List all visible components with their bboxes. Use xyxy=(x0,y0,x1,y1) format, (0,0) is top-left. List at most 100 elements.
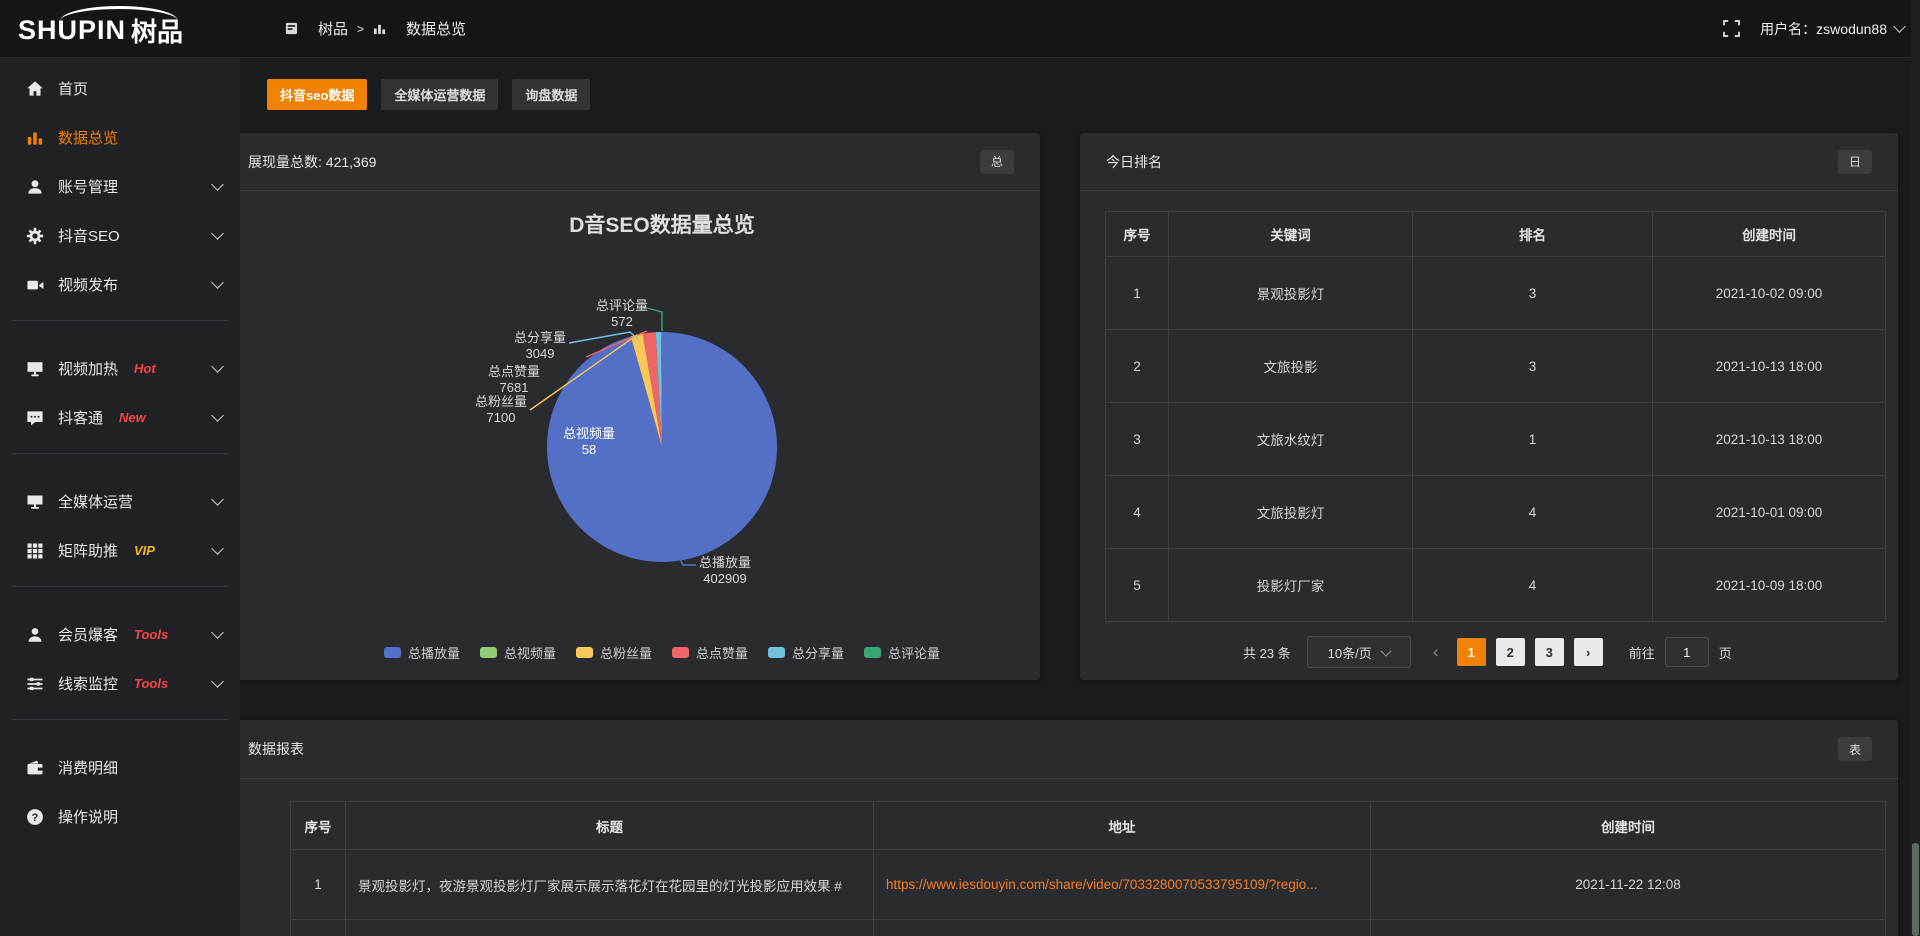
chevron-down-icon xyxy=(211,276,224,289)
app-root: SHUPIN 树品 树品 > 数据总览 用户名：zswodun88 xyxy=(0,0,1920,936)
column-header: 地址 xyxy=(874,802,1371,850)
sidebar-menu: 首页数据总览账号管理抖音SEO 视频发布视频加热Hot 抖客通 New 全媒体运营矩阵助… xyxy=(0,64,240,841)
sidebar: 首页数据总览账号管理抖音SEO 视频发布视频加热Hot 抖客通 New 全媒体运营矩阵助… xyxy=(0,57,240,936)
sidebar-item-clue-monitor[interactable]: 线索监控Tools xyxy=(0,659,240,708)
tab-media-ops-data[interactable]: 全媒体运营数据 xyxy=(381,79,498,110)
report-title-cell: 景观投影灯，夜游景观投影灯厂家展示展示落花灯在花园里的灯光投影应用效果 # xyxy=(346,850,874,920)
table-row: 3文旅水纹灯12021-10-13 18:00 xyxy=(1106,403,1886,476)
table-row: 2文旅投影32021-10-13 18:00 xyxy=(1106,330,1886,403)
report-title: 数据报表 xyxy=(248,739,304,759)
sidebar-item-home[interactable]: 首页 xyxy=(0,64,240,113)
legend-item[interactable]: 总点赞量 xyxy=(672,643,748,662)
sidebar-item-label: 视频发布 xyxy=(58,274,118,295)
page-button-3[interactable]: 3 xyxy=(1535,638,1564,666)
page-size-select[interactable]: 10条/页 xyxy=(1307,636,1411,668)
fullscreen-icon[interactable] xyxy=(1723,20,1740,37)
panel-badge-total[interactable]: 总 xyxy=(980,150,1014,174)
sidebar-item-data-overview[interactable]: 数据总览 xyxy=(0,113,240,162)
pagination: 共 23 条 10条/页 ‹ 123 › 前往 页 xyxy=(1243,637,1732,667)
sidebar-item-label: 会员爆客 xyxy=(58,624,118,645)
legend-label: 总粉丝量 xyxy=(600,643,652,662)
sidebar-item-matrix-boost[interactable]: 矩阵助推VIP xyxy=(0,526,240,575)
table-cell: 投影灯厂家 xyxy=(1169,549,1413,622)
chevron-down-icon xyxy=(211,493,224,506)
chart-sm-icon xyxy=(373,20,386,38)
sidebar-item-label: 抖客通 xyxy=(58,407,103,428)
table-cell: 2021-10-02 09:00 xyxy=(1653,257,1886,330)
chart-legend: 总播放量 总视频量 总粉丝量 总点赞量 总分享量 总评论量 xyxy=(278,643,1046,662)
table-cell: 1 xyxy=(291,850,346,920)
sidebar-item-media-ops[interactable]: 全媒体运营 xyxy=(0,477,240,526)
breadcrumb-item-data-overview[interactable]: 数据总览 xyxy=(373,18,466,39)
pie-label-shares: 总分享量3049 xyxy=(485,330,595,362)
table-row: 1景观投影灯，夜游景观投影灯厂家展示展示落花灯在花园里的灯光投影应用效果 #ht… xyxy=(291,850,1886,920)
user-menu[interactable]: 用户名：zswodun88 xyxy=(1760,19,1904,39)
column-header: 序号 xyxy=(1106,212,1169,257)
breadcrumb-label: 数据总览 xyxy=(406,18,466,39)
sidebar-item-member-burst[interactable]: 会员爆客Tools xyxy=(0,610,240,659)
goto-page-input[interactable] xyxy=(1665,637,1709,667)
chevron-down-icon xyxy=(1893,20,1906,33)
legend-item[interactable]: 总播放量 xyxy=(384,643,460,662)
page-button-1[interactable]: 1 xyxy=(1457,638,1486,666)
panel-today-ranking: 今日排名 日 序号关键词排名创建时间 1景观投影灯32021-10-02 09:… xyxy=(1080,133,1898,680)
wallet-icon xyxy=(26,759,44,777)
legend-item[interactable]: 总分享量 xyxy=(768,643,844,662)
panel-badge-day[interactable]: 日 xyxy=(1838,150,1872,174)
table-cell: 4 xyxy=(1106,476,1169,549)
report-area: 序号标题地址创建时间 1景观投影灯，夜游景观投影灯厂家展示展示落花灯在花园里的灯… xyxy=(222,779,1898,936)
user-icon xyxy=(26,178,44,196)
sidebar-item-label: 矩阵助推 xyxy=(58,540,118,561)
legend-swatch xyxy=(864,647,881,658)
chevron-down-icon xyxy=(211,227,224,240)
sidebar-item-consume-detail[interactable]: 消费明细 xyxy=(0,743,240,792)
prev-page-button[interactable]: ‹ xyxy=(1429,642,1443,662)
monitor-icon xyxy=(26,493,44,511)
chevron-down-icon xyxy=(211,360,224,373)
page-size-value: 10条/页 xyxy=(1328,643,1372,662)
chart-title: D音SEO数据量总览 xyxy=(311,209,1013,239)
table-cell: 文旅水纹灯 xyxy=(1169,403,1413,476)
table-row: 4文旅投影灯42021-10-01 09:00 xyxy=(1106,476,1886,549)
sidebar-item-douketong[interactable]: 抖客通 New xyxy=(0,393,240,442)
table-cell: 3 xyxy=(1106,403,1169,476)
tab-douyin-seo-data[interactable]: 抖音seo数据 xyxy=(267,79,367,110)
legend-item[interactable]: 总评论量 xyxy=(864,643,940,662)
pie-label-plays: 总播放量402909 xyxy=(670,555,780,587)
top-header: SHUPIN 树品 树品 > 数据总览 用户名：zswodun88 xyxy=(0,0,1920,58)
sidebar-item-help[interactable]: ?操作说明 xyxy=(0,792,240,841)
page-buttons: 123 xyxy=(1457,638,1564,666)
scrollbar-thumb[interactable] xyxy=(1912,843,1919,936)
page-button-2[interactable]: 2 xyxy=(1496,638,1525,666)
sidebar-item-label: 全媒体运营 xyxy=(58,491,133,512)
breadcrumb: 树品 > 数据总览 xyxy=(285,0,466,57)
pie-label-fans: 总粉丝量7100 xyxy=(446,394,556,426)
legend-item[interactable]: 总视频量 xyxy=(480,643,556,662)
tab-inquiry-data[interactable]: 询盘数据 xyxy=(512,79,590,110)
page-scrollbar[interactable] xyxy=(1911,0,1920,936)
sidebar-divider xyxy=(0,320,240,344)
sidebar-item-video-heat[interactable]: 视频加热Hot xyxy=(0,344,240,393)
sidebar-item-label: 线索监控 xyxy=(58,673,118,694)
report-link[interactable]: https://www.iesdouyin.com/share/video/70… xyxy=(874,850,1371,920)
table-header-row: 序号关键词排名创建时间 xyxy=(1106,212,1886,257)
table-cell: 2021-10-13 18:00 xyxy=(1653,403,1886,476)
logo-arc xyxy=(60,6,178,21)
table-cell: 1 xyxy=(1106,257,1169,330)
panel-header: 数据报表 表 xyxy=(222,720,1898,779)
sidebar-item-label: 账号管理 xyxy=(58,176,118,197)
ranking-title: 今日排名 xyxy=(1106,152,1162,172)
home-icon xyxy=(26,80,44,98)
panel-badge-table[interactable]: 表 xyxy=(1838,737,1872,761)
column-header: 标题 xyxy=(346,802,874,850)
sidebar-item-account[interactable]: 账号管理 xyxy=(0,162,240,211)
ranking-table: 序号关键词排名创建时间 1景观投影灯32021-10-02 09:002文旅投影… xyxy=(1105,211,1886,622)
legend-item[interactable]: 总粉丝量 xyxy=(576,643,652,662)
next-page-button[interactable]: › xyxy=(1574,638,1603,666)
sidebar-item-badge: New xyxy=(119,410,146,425)
sidebar-item-douyin-seo[interactable]: 抖音SEO xyxy=(0,211,240,260)
question-icon: ? xyxy=(26,808,44,826)
breadcrumb-item-shupin[interactable]: 树品 xyxy=(285,18,348,39)
sidebar-item-video-publish[interactable]: 视频发布 xyxy=(0,260,240,309)
table-cell: 2021-10-01 09:00 xyxy=(1653,476,1886,549)
